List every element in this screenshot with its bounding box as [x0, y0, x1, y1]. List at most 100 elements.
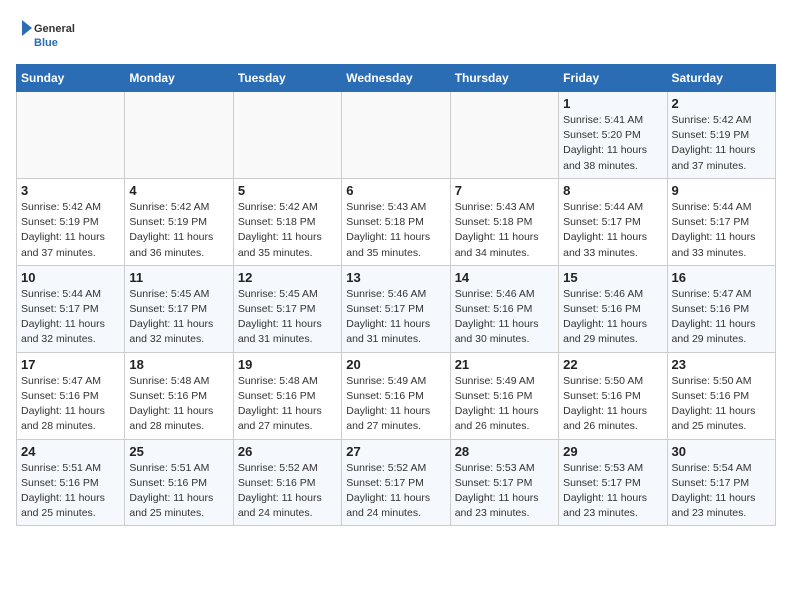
day-info: Sunrise: 5:43 AMSunset: 5:18 PMDaylight:… [455, 200, 554, 261]
calendar-cell: 4 Sunrise: 5:42 AMSunset: 5:19 PMDaylight… [125, 178, 233, 265]
day-info: Sunrise: 5:46 AMSunset: 5:17 PMDaylight:… [346, 287, 445, 348]
day-info: Sunrise: 5:50 AMSunset: 5:16 PMDaylight:… [563, 374, 662, 435]
day-number: 23 [672, 357, 771, 372]
day-number: 8 [563, 183, 662, 198]
day-number: 7 [455, 183, 554, 198]
day-number: 12 [238, 270, 337, 285]
calendar-week-row: 24 Sunrise: 5:51 AMSunset: 5:16 PMDayligh… [17, 439, 776, 526]
day-info: Sunrise: 5:51 AMSunset: 5:16 PMDaylight:… [21, 461, 120, 522]
calendar-week-row: 1 Sunrise: 5:41 AMSunset: 5:20 PMDaylight… [17, 92, 776, 179]
calendar-cell [450, 92, 558, 179]
logo: General Blue [16, 16, 76, 54]
day-info: Sunrise: 5:41 AMSunset: 5:20 PMDaylight:… [563, 113, 662, 174]
day-number: 6 [346, 183, 445, 198]
day-number: 21 [455, 357, 554, 372]
day-info: Sunrise: 5:42 AMSunset: 5:18 PMDaylight:… [238, 200, 337, 261]
day-number: 16 [672, 270, 771, 285]
calendar-cell: 16Sunrise: 5:47 AMSunset: 5:16 PMDayligh… [667, 265, 775, 352]
day-info: Sunrise: 5:53 AMSunset: 5:17 PMDaylight:… [563, 461, 662, 522]
calendar-table: SundayMondayTuesdayWednesdayThursdayFrid… [16, 64, 776, 526]
weekday-header: Saturday [667, 65, 775, 92]
day-info: Sunrise: 5:43 AMSunset: 5:18 PMDaylight:… [346, 200, 445, 261]
day-info: Sunrise: 5:50 AMSunset: 5:16 PMDaylight:… [672, 374, 771, 435]
calendar-cell [17, 92, 125, 179]
calendar-cell [233, 92, 341, 179]
day-info: Sunrise: 5:45 AMSunset: 5:17 PMDaylight:… [238, 287, 337, 348]
calendar-cell: 10Sunrise: 5:44 AMSunset: 5:17 PMDayligh… [17, 265, 125, 352]
day-number: 13 [346, 270, 445, 285]
day-info: Sunrise: 5:46 AMSunset: 5:16 PMDaylight:… [455, 287, 554, 348]
day-number: 10 [21, 270, 120, 285]
day-number: 2 [672, 96, 771, 111]
calendar-cell: 18 Sunrise: 5:48 AMSunset: 5:16 PMDayligh… [125, 352, 233, 439]
calendar-cell: 11Sunrise: 5:45 AMSunset: 5:17 PMDayligh… [125, 265, 233, 352]
calendar-cell: 28Sunrise: 5:53 AMSunset: 5:17 PMDayligh… [450, 439, 558, 526]
calendar-cell: 21 Sunrise: 5:49 AMSunset: 5:16 PMDayligh… [450, 352, 558, 439]
calendar-cell: 8 Sunrise: 5:44 AMSunset: 5:17 PMDaylight… [559, 178, 667, 265]
calendar-cell: 9 Sunrise: 5:44 AMSunset: 5:17 PMDaylight… [667, 178, 775, 265]
day-number: 25 [129, 444, 228, 459]
calendar-cell: 17 Sunrise: 5:47 AMSunset: 5:16 PMDayligh… [17, 352, 125, 439]
day-info: Sunrise: 5:48 AMSunset: 5:16 PMDaylight:… [129, 374, 228, 435]
day-info: Sunrise: 5:42 AMSunset: 5:19 PMDaylight:… [129, 200, 228, 261]
day-info: Sunrise: 5:53 AMSunset: 5:17 PMDaylight:… [455, 461, 554, 522]
calendar-header-row: SundayMondayTuesdayWednesdayThursdayFrid… [17, 65, 776, 92]
calendar-cell: 5 Sunrise: 5:42 AMSunset: 5:18 PMDaylight… [233, 178, 341, 265]
day-number: 3 [21, 183, 120, 198]
day-info: Sunrise: 5:49 AMSunset: 5:16 PMDaylight:… [455, 374, 554, 435]
svg-text:General: General [34, 23, 75, 35]
calendar-cell: 2 Sunrise: 5:42 AMSunset: 5:19 PMDaylight… [667, 92, 775, 179]
calendar-cell: 6 Sunrise: 5:43 AMSunset: 5:18 PMDaylight… [342, 178, 450, 265]
calendar-cell: 19Sunrise: 5:48 AMSunset: 5:16 PMDayligh… [233, 352, 341, 439]
day-info: Sunrise: 5:45 AMSunset: 5:17 PMDaylight:… [129, 287, 228, 348]
day-info: Sunrise: 5:48 AMSunset: 5:16 PMDaylight:… [238, 374, 337, 435]
day-info: Sunrise: 5:47 AMSunset: 5:16 PMDaylight:… [21, 374, 120, 435]
day-number: 17 [21, 357, 120, 372]
logo-svg: General Blue [16, 16, 76, 54]
day-number: 9 [672, 183, 771, 198]
weekday-header: Monday [125, 65, 233, 92]
calendar-cell: 27Sunrise: 5:52 AMSunset: 5:17 PMDayligh… [342, 439, 450, 526]
day-number: 4 [129, 183, 228, 198]
day-info: Sunrise: 5:54 AMSunset: 5:17 PMDaylight:… [672, 461, 771, 522]
calendar-cell: 30 Sunrise: 5:54 AMSunset: 5:17 PMDayligh… [667, 439, 775, 526]
day-number: 24 [21, 444, 120, 459]
day-info: Sunrise: 5:44 AMSunset: 5:17 PMDaylight:… [563, 200, 662, 261]
calendar-cell [342, 92, 450, 179]
day-number: 22 [563, 357, 662, 372]
calendar-cell: 15 Sunrise: 5:46 AMSunset: 5:16 PMDayligh… [559, 265, 667, 352]
day-number: 20 [346, 357, 445, 372]
day-number: 1 [563, 96, 662, 111]
day-number: 15 [563, 270, 662, 285]
calendar-cell: 22 Sunrise: 5:50 AMSunset: 5:16 PMDayligh… [559, 352, 667, 439]
day-info: Sunrise: 5:52 AMSunset: 5:17 PMDaylight:… [346, 461, 445, 522]
weekday-header: Tuesday [233, 65, 341, 92]
calendar-cell: 7 Sunrise: 5:43 AMSunset: 5:18 PMDaylight… [450, 178, 558, 265]
day-info: Sunrise: 5:49 AMSunset: 5:16 PMDaylight:… [346, 374, 445, 435]
calendar-cell: 20 Sunrise: 5:49 AMSunset: 5:16 PMDayligh… [342, 352, 450, 439]
calendar-cell [125, 92, 233, 179]
calendar-week-row: 10Sunrise: 5:44 AMSunset: 5:17 PMDayligh… [17, 265, 776, 352]
day-number: 29 [563, 444, 662, 459]
calendar-cell: 12 Sunrise: 5:45 AMSunset: 5:17 PMDayligh… [233, 265, 341, 352]
day-number: 5 [238, 183, 337, 198]
day-info: Sunrise: 5:46 AMSunset: 5:16 PMDaylight:… [563, 287, 662, 348]
calendar-cell: 14Sunrise: 5:46 AMSunset: 5:16 PMDayligh… [450, 265, 558, 352]
calendar-cell: 13 Sunrise: 5:46 AMSunset: 5:17 PMDayligh… [342, 265, 450, 352]
day-info: Sunrise: 5:44 AMSunset: 5:17 PMDaylight:… [672, 200, 771, 261]
day-info: Sunrise: 5:52 AMSunset: 5:16 PMDaylight:… [238, 461, 337, 522]
day-info: Sunrise: 5:51 AMSunset: 5:16 PMDaylight:… [129, 461, 228, 522]
day-info: Sunrise: 5:42 AMSunset: 5:19 PMDaylight:… [672, 113, 771, 174]
svg-text:Blue: Blue [34, 37, 58, 49]
weekday-header: Friday [559, 65, 667, 92]
weekday-header: Wednesday [342, 65, 450, 92]
calendar-cell: 24 Sunrise: 5:51 AMSunset: 5:16 PMDayligh… [17, 439, 125, 526]
calendar-cell: 26 Sunrise: 5:52 AMSunset: 5:16 PMDayligh… [233, 439, 341, 526]
calendar-cell: 3Sunrise: 5:42 AMSunset: 5:19 PMDaylight… [17, 178, 125, 265]
weekday-header: Thursday [450, 65, 558, 92]
calendar-cell: 29 Sunrise: 5:53 AMSunset: 5:17 PMDayligh… [559, 439, 667, 526]
day-number: 30 [672, 444, 771, 459]
calendar-cell: 1 Sunrise: 5:41 AMSunset: 5:20 PMDaylight… [559, 92, 667, 179]
day-number: 26 [238, 444, 337, 459]
day-number: 18 [129, 357, 228, 372]
